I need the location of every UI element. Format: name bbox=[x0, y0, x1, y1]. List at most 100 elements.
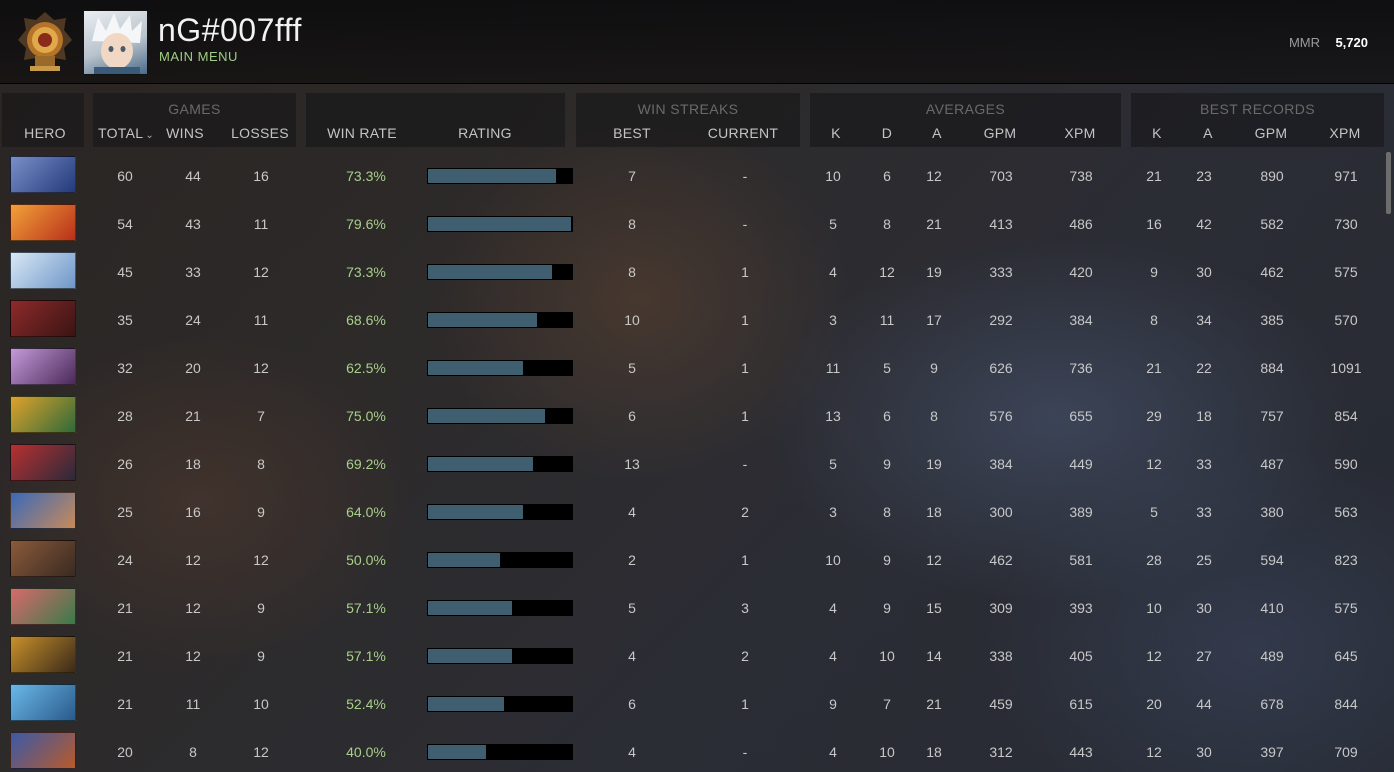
total-cell: 28 bbox=[117, 408, 133, 424]
table-row[interactable]: 20 8 12 40.0% 4 - 4 10 18 312 443 12 30 397 709 bbox=[0, 727, 1380, 772]
best-streak-cell: 4 bbox=[628, 648, 636, 664]
col-avg-gpm[interactable]: GPM bbox=[984, 125, 1017, 141]
avg-a-cell: 21 bbox=[926, 696, 942, 712]
wins-cell: 20 bbox=[185, 360, 201, 376]
avg-gpm-cell: 312 bbox=[989, 744, 1013, 760]
avatar[interactable] bbox=[83, 10, 148, 75]
rank-medal-icon[interactable] bbox=[14, 10, 76, 74]
best-a-cell: 34 bbox=[1196, 312, 1212, 328]
rating-bar-fill bbox=[428, 553, 500, 567]
avg-k-cell: 3 bbox=[829, 504, 837, 520]
table-row[interactable]: 45 33 12 73.3% 8 1 4 12 19 333 420 9 30 462 575 bbox=[0, 247, 1380, 295]
table-row[interactable]: 60 44 16 73.3% 7 - 10 6 12 703 738 21 23 890 971 bbox=[0, 151, 1380, 199]
hero-portrait-icon[interactable] bbox=[10, 156, 76, 193]
best-k-cell: 21 bbox=[1146, 168, 1162, 184]
hero-portrait-icon[interactable] bbox=[10, 636, 76, 673]
col-losses[interactable]: LOSSES bbox=[231, 125, 289, 141]
losses-cell: 9 bbox=[257, 648, 265, 664]
avg-xpm-cell: 449 bbox=[1069, 456, 1093, 472]
hero-portrait-icon[interactable] bbox=[10, 348, 76, 385]
best-xpm-cell: 563 bbox=[1334, 504, 1358, 520]
avg-d-cell: 12 bbox=[879, 264, 895, 280]
avg-a-cell: 15 bbox=[926, 600, 942, 616]
table-row[interactable]: 35 24 11 68.6% 10 1 3 11 17 292 384 8 34 385 570 bbox=[0, 295, 1380, 343]
avg-gpm-cell: 333 bbox=[989, 264, 1013, 280]
table-row[interactable]: 24 12 12 50.0% 2 1 10 9 12 462 581 28 25 594 823 bbox=[0, 535, 1380, 583]
col-best-gpm[interactable]: GPM bbox=[1255, 125, 1288, 141]
table-row[interactable]: 25 16 9 64.0% 4 2 3 8 18 300 389 5 33 380 563 bbox=[0, 487, 1380, 535]
best-xpm-cell: 823 bbox=[1334, 552, 1358, 568]
rating-bar-fill bbox=[428, 169, 556, 183]
avg-k-cell: 10 bbox=[825, 552, 841, 568]
best-streak-cell: 2 bbox=[628, 552, 636, 568]
win-rate-cell: 73.3% bbox=[346, 264, 386, 280]
main-menu-link[interactable]: MAIN MENU bbox=[159, 49, 238, 64]
current-streak-cell: 2 bbox=[741, 648, 749, 664]
losses-cell: 12 bbox=[253, 552, 269, 568]
rating-bar bbox=[427, 312, 573, 328]
col-avg-a[interactable]: A bbox=[932, 125, 942, 141]
rating-bar-fill bbox=[428, 313, 537, 327]
table-row[interactable]: 21 11 10 52.4% 6 1 9 7 21 459 615 20 44 678 844 bbox=[0, 679, 1380, 727]
best-a-cell: 27 bbox=[1196, 648, 1212, 664]
current-streak-cell: 1 bbox=[741, 360, 749, 376]
hero-portrait-icon[interactable] bbox=[10, 732, 76, 769]
losses-cell: 9 bbox=[257, 504, 265, 520]
best-k-cell: 29 bbox=[1146, 408, 1162, 424]
avg-k-cell: 10 bbox=[825, 168, 841, 184]
col-avg-k[interactable]: K bbox=[831, 125, 841, 141]
col-win-rate[interactable]: WIN RATE bbox=[327, 125, 397, 141]
scrollbar[interactable] bbox=[1386, 152, 1391, 214]
table-row[interactable]: 32 20 12 62.5% 5 1 11 5 9 626 736 21 22 884 1091 bbox=[0, 343, 1380, 391]
avg-xpm-cell: 615 bbox=[1069, 696, 1093, 712]
win-rate-cell: 62.5% bbox=[346, 360, 386, 376]
rating-bar bbox=[427, 408, 573, 424]
hero-portrait-icon[interactable] bbox=[10, 684, 76, 721]
avg-a-cell: 18 bbox=[926, 744, 942, 760]
avg-xpm-cell: 581 bbox=[1069, 552, 1093, 568]
table-row[interactable]: 54 43 11 79.6% 8 - 5 8 21 413 486 16 42 582 730 bbox=[0, 199, 1380, 247]
avg-gpm-cell: 459 bbox=[989, 696, 1013, 712]
col-avg-xpm[interactable]: XPM bbox=[1064, 125, 1095, 141]
col-hero[interactable]: HERO bbox=[24, 125, 66, 141]
avg-k-cell: 3 bbox=[829, 312, 837, 328]
table-row[interactable]: 21 12 9 57.1% 5 3 4 9 15 309 393 10 30 410 575 bbox=[0, 583, 1380, 631]
avg-a-cell: 12 bbox=[926, 168, 942, 184]
col-avg-d[interactable]: D bbox=[882, 125, 892, 141]
current-streak-cell: 1 bbox=[741, 264, 749, 280]
table-row[interactable]: 26 18 8 69.2% 13 - 5 9 19 384 449 12 33 487 590 bbox=[0, 439, 1380, 487]
avg-xpm-cell: 443 bbox=[1069, 744, 1093, 760]
current-streak-cell: - bbox=[742, 168, 748, 184]
rating-bar bbox=[427, 552, 573, 568]
col-best-a[interactable]: A bbox=[1203, 125, 1213, 141]
best-streak-cell: 6 bbox=[628, 408, 636, 424]
col-best-xpm[interactable]: XPM bbox=[1329, 125, 1360, 141]
win-rate-cell: 57.1% bbox=[346, 600, 386, 616]
hero-portrait-icon[interactable] bbox=[10, 492, 76, 529]
hero-portrait-icon[interactable] bbox=[10, 252, 76, 289]
hero-portrait-icon[interactable] bbox=[10, 444, 76, 481]
col-total[interactable]: TOTAL ⌄ bbox=[98, 125, 154, 141]
hero-portrait-icon[interactable] bbox=[10, 204, 76, 241]
total-cell: 54 bbox=[117, 216, 133, 232]
best-k-cell: 9 bbox=[1150, 264, 1158, 280]
col-best-k[interactable]: K bbox=[1152, 125, 1162, 141]
best-a-cell: 42 bbox=[1196, 216, 1212, 232]
hero-portrait-icon[interactable] bbox=[10, 540, 76, 577]
table-row[interactable]: 28 21 7 75.0% 6 1 13 6 8 576 655 29 18 757 854 bbox=[0, 391, 1380, 439]
col-best-streak[interactable]: BEST bbox=[613, 125, 651, 141]
losses-cell: 7 bbox=[257, 408, 265, 424]
win-rate-cell: 79.6% bbox=[346, 216, 386, 232]
hero-portrait-icon[interactable] bbox=[10, 588, 76, 625]
best-xpm-cell: 645 bbox=[1334, 648, 1358, 664]
col-wins[interactable]: WINS bbox=[166, 125, 204, 141]
col-current-streak[interactable]: CURRENT bbox=[708, 125, 779, 141]
best-a-cell: 30 bbox=[1196, 264, 1212, 280]
rating-bar bbox=[427, 264, 573, 280]
table-row[interactable]: 21 12 9 57.1% 4 2 4 10 14 338 405 12 27 489 645 bbox=[0, 631, 1380, 679]
hero-portrait-icon[interactable] bbox=[10, 300, 76, 337]
avg-a-cell: 17 bbox=[926, 312, 942, 328]
hero-portrait-icon[interactable] bbox=[10, 396, 76, 433]
avg-gpm-cell: 300 bbox=[989, 504, 1013, 520]
col-rating[interactable]: RATING bbox=[458, 125, 512, 141]
